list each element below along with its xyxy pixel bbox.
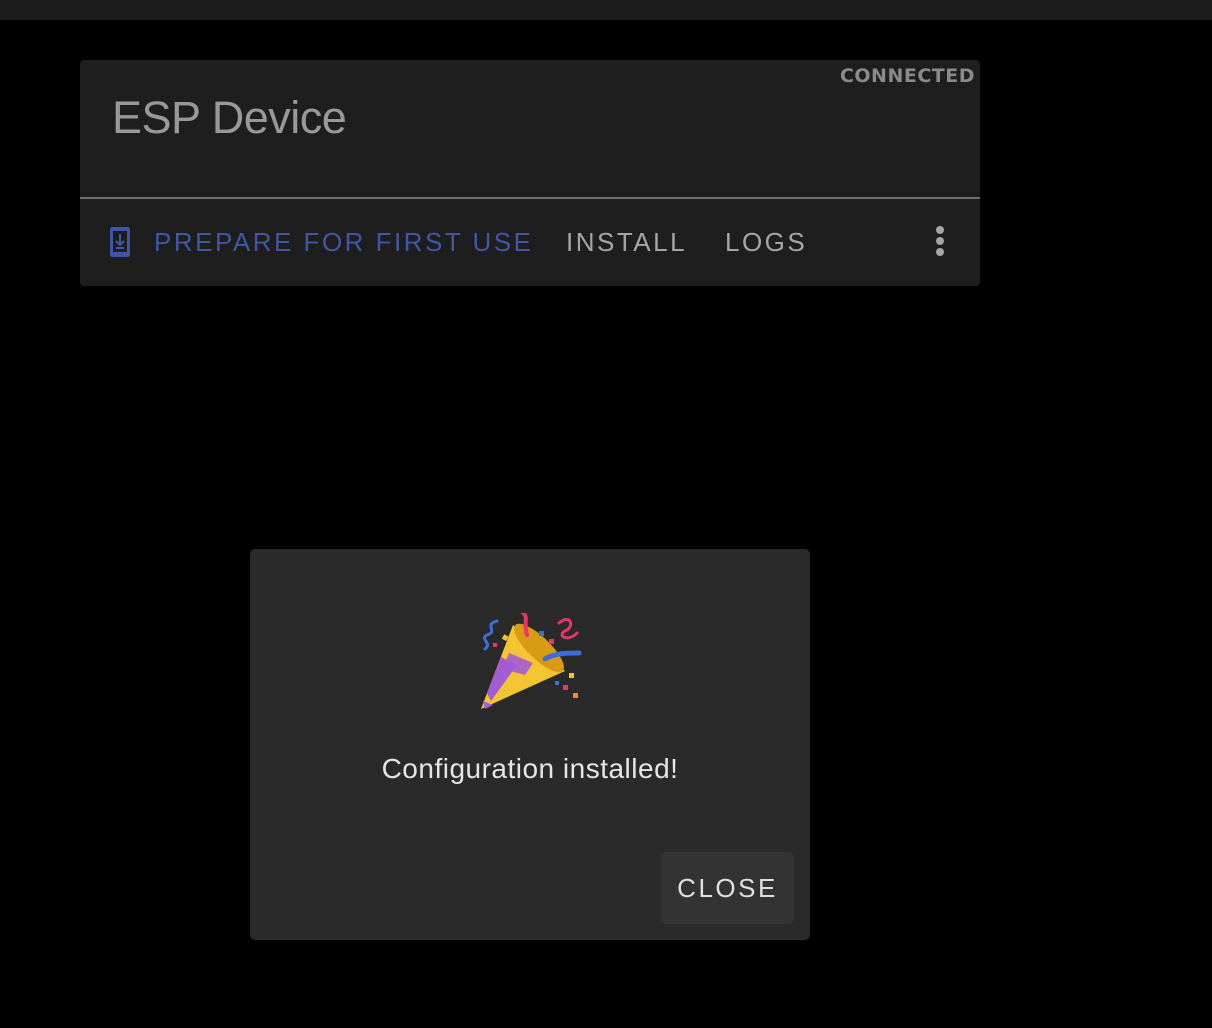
device-actions: PREPARE FOR FIRST USE INSTALL LOGS [80,199,980,286]
dialog-message: Configuration installed! [381,753,679,784]
device-card: CONNECTED ESP Device PREPARE FOR FIRST U… [80,60,980,286]
connection-status: CONNECTED [839,65,975,87]
install-success-dialog: Configuration installed! CLOSE [250,549,810,940]
logs-button[interactable]: LOGS [725,227,807,258]
window-top-bar [0,0,1212,20]
close-button[interactable]: CLOSE [661,852,794,924]
device-title: ESP Device [112,92,347,143]
download-to-device-icon[interactable] [109,226,131,258]
install-button[interactable]: INSTALL [566,227,687,258]
more-vert-icon[interactable] [930,225,950,261]
prepare-for-first-use-button[interactable]: PREPARE FOR FIRST USE [154,227,533,258]
party-popper-icon [481,613,582,709]
device-card-header: CONNECTED ESP Device [80,60,980,199]
